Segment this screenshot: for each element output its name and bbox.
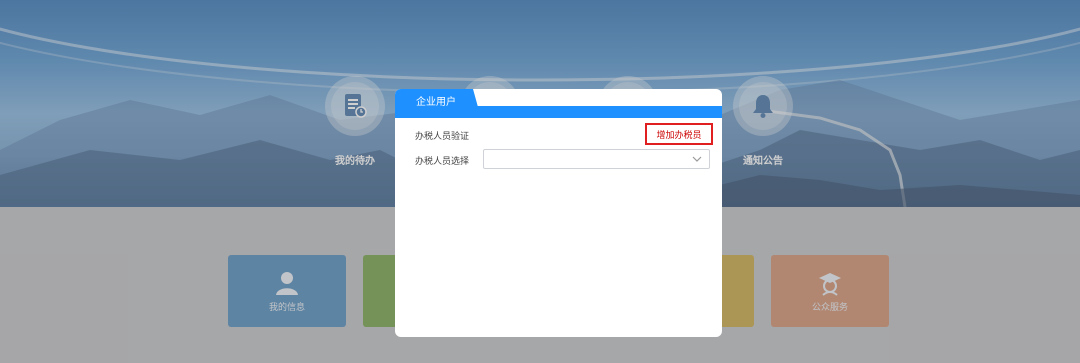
select-label: 办税人员选择	[415, 157, 470, 167]
dialog-tab-title[interactable]: 企业用户	[416, 93, 456, 108]
enterprise-user-dialog: 企业用户 办税人员验证 增加办税员 办税人员选择	[395, 89, 722, 337]
tax-officer-select[interactable]	[483, 149, 710, 169]
verify-label: 办税人员验证	[415, 132, 470, 142]
chevron-down-icon	[692, 156, 702, 162]
dialog-header: 企业用户	[395, 89, 722, 118]
add-tax-officer-button[interactable]: 增加办税员	[645, 123, 713, 145]
